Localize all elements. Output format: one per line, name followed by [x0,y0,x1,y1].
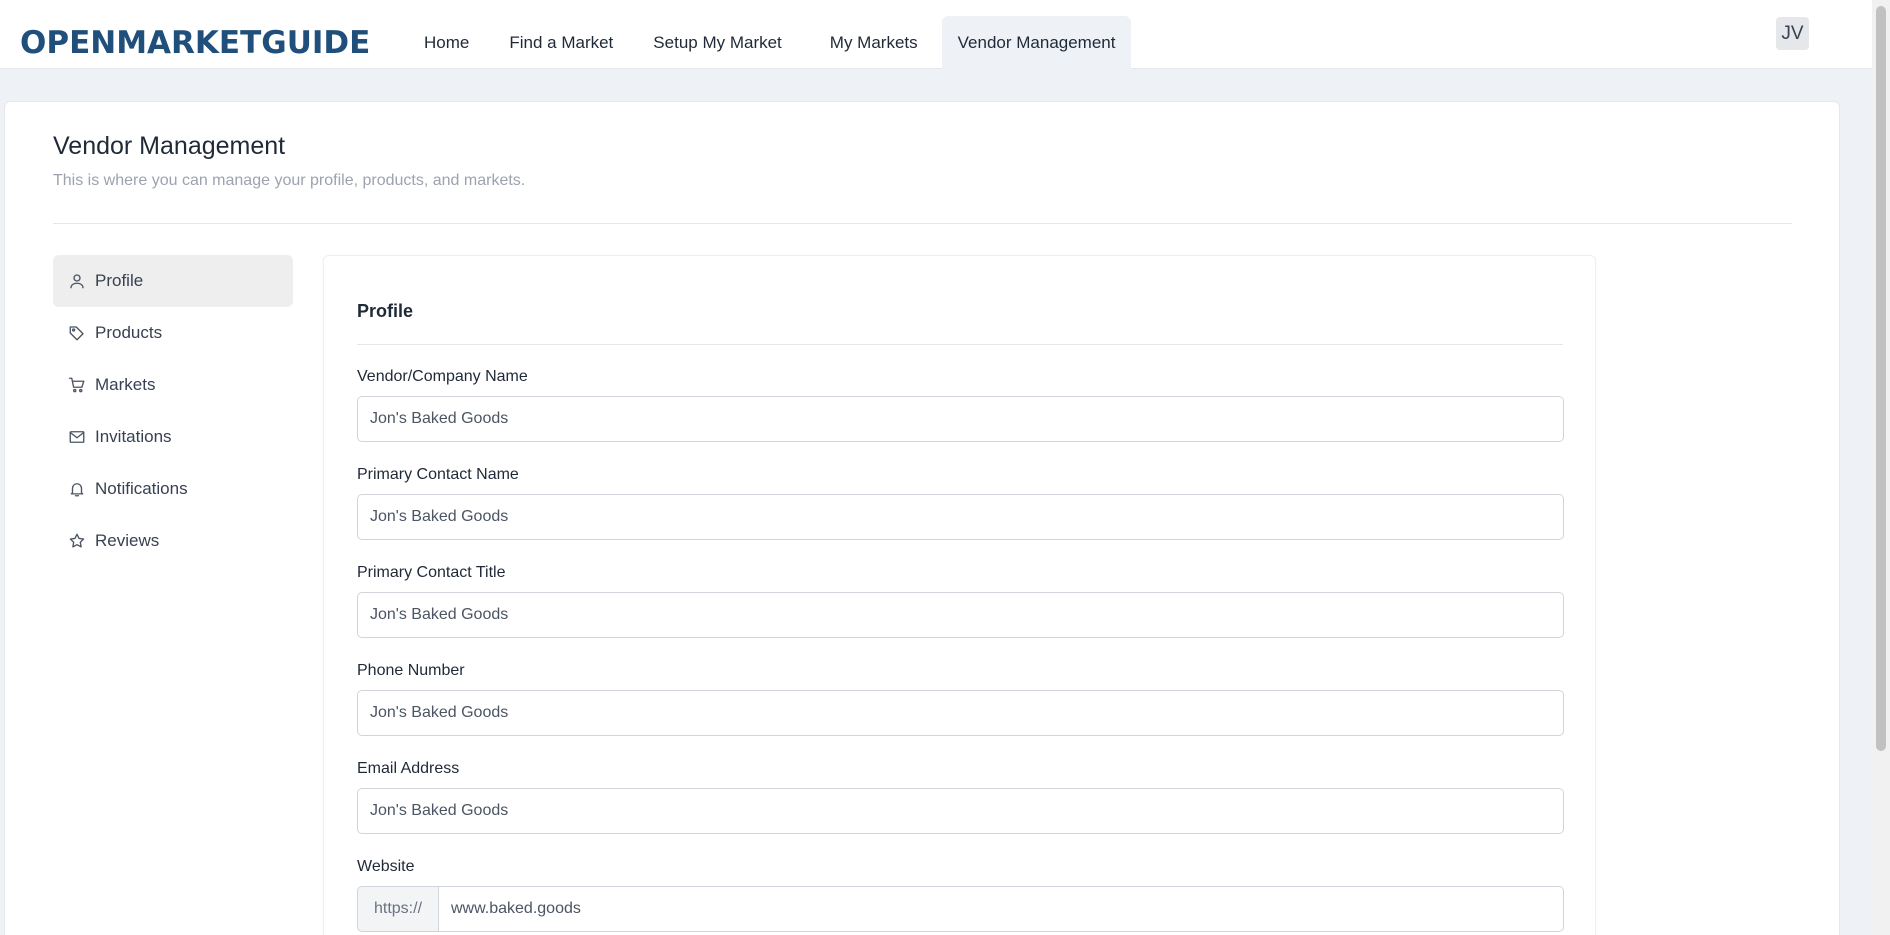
vendor-company-name-input[interactable] [357,396,1564,442]
main-nav: Home Find a Market Setup My Market My Ma… [408,16,1139,69]
sidebar-item-markets[interactable]: Markets [53,359,293,411]
page-scrollbar[interactable] [1872,0,1890,935]
phone-number-input[interactable] [357,690,1564,736]
sidebar-item-label: Notifications [95,479,188,498]
field-label: Vendor/Company Name [357,368,528,385]
sidebar-item-profile[interactable]: Profile [53,255,293,307]
field-label: Primary Contact Name [357,466,519,483]
sidebar-item-notifications[interactable]: Notifications [53,463,293,515]
website-input[interactable] [438,886,1564,932]
vendor-company-name-field: Vendor/Company Name [357,366,1564,442]
page-subtitle: This is where you can manage your profil… [53,172,526,189]
user-avatar[interactable]: JV [1776,17,1809,50]
field-label: Email Address [357,760,460,777]
top-navigation-bar: OPENMARKETGUIDE Home Find a Market Setup… [0,0,1872,69]
field-label: Phone Number [357,662,465,679]
form-title-divider [357,344,1563,345]
sidebar-item-reviews[interactable]: Reviews [53,515,293,567]
brand-logo[interactable]: OPENMARKETGUIDE [20,24,370,62]
scrollbar-thumb[interactable] [1876,6,1886,751]
form-title: Profile [357,301,414,321]
sidebar-item-label: Invitations [95,427,172,446]
sidebar-item-label: Profile [95,271,144,290]
profile-form-panel: Profile Vendor/Company Name Primary Cont… [323,255,1596,935]
email-address-input[interactable] [357,788,1564,834]
header-divider [53,223,1792,224]
nav-my-markets[interactable]: My Markets [814,16,934,69]
primary-contact-title-input[interactable] [357,592,1564,638]
sidebar-item-label: Reviews [95,531,160,550]
sidebar-item-products[interactable]: Products [53,307,293,359]
sidebar-item-invitations[interactable]: Invitations [53,411,293,463]
tag-icon [68,324,86,342]
primary-contact-name-field: Primary Contact Name [357,464,1564,540]
star-icon [68,532,86,550]
website-prefix: https:// [357,886,438,932]
cart-icon [68,376,86,394]
phone-number-field: Phone Number [357,660,1564,736]
nav-find-a-market[interactable]: Find a Market [493,16,629,69]
page-title: Vendor Management [53,132,286,160]
vendor-management-card: Vendor Management This is where you can … [4,101,1840,935]
nav-home[interactable]: Home [408,16,485,69]
nav-vendor-management[interactable]: Vendor Management [941,16,1132,69]
website-input-group: https:// [357,886,1564,932]
website-field: Website https:// [357,856,1564,932]
sidebar-item-label: Products [95,323,163,342]
field-label: Primary Contact Title [357,564,506,581]
email-address-field: Email Address [357,758,1564,834]
sidebar-item-label: Markets [95,375,156,394]
bell-icon [68,480,86,498]
field-label: Website [357,858,415,875]
nav-setup-my-market[interactable]: Setup My Market [637,16,798,69]
user-icon [68,272,86,290]
primary-contact-title-field: Primary Contact Title [357,562,1564,638]
mail-icon [68,428,86,446]
vendor-sidebar: Profile Products Markets Invitations Not… [53,255,293,567]
primary-contact-name-input[interactable] [357,494,1564,540]
